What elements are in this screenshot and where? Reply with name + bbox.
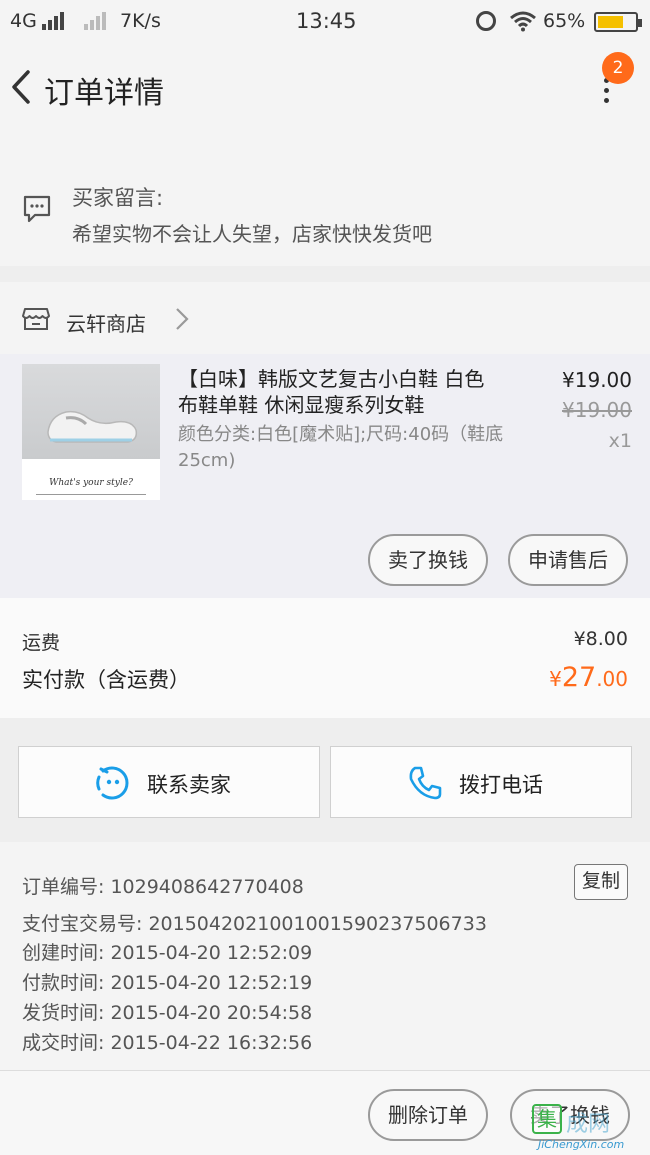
site-watermark: 集 成网 JiChengXin.com <box>532 1104 650 1154</box>
alarm-icon <box>476 11 496 31</box>
chat-bubble-icon <box>96 766 129 800</box>
buyer-message-text: 希望实物不会让人失望，店家快快发货吧 <box>72 222 432 246</box>
paid-time: 付款时间: 2015-04-20 12:52:19 <box>22 972 313 994</box>
product-quantity: x1 <box>608 430 632 452</box>
status-bar: 4G 7K/s 13:45 65% <box>0 0 650 44</box>
wifi-icon <box>510 11 536 32</box>
order-item[interactable]: What's your style? 【白味】韩版文艺复古小白鞋 白色布鞋单鞋 … <box>0 354 650 598</box>
product-thumbnail[interactable]: What's your style? <box>22 364 160 500</box>
notification-badge: 2 <box>602 52 634 84</box>
store-section: 云轩商店 What's your style? 【白味】韩版文艺复古小白鞋 白色… <box>0 282 650 598</box>
delete-order-button[interactable]: 删除订单 <box>368 1089 488 1141</box>
completed-time: 成交时间: 2015-04-22 16:32:56 <box>22 1032 313 1054</box>
battery-percent: 65% <box>543 10 586 32</box>
network-speed: 7K/s <box>120 10 161 32</box>
shipping-label: 运费 <box>22 632 61 654</box>
paid-amount-value: ¥27.00 <box>549 662 628 693</box>
shipping-value: ¥8.00 <box>573 628 628 650</box>
product-original-price: ¥19.00 <box>562 398 632 422</box>
signal-icon <box>42 12 66 30</box>
product-image-caption: What's your style? <box>49 478 133 488</box>
clock-time: 13:45 <box>296 9 357 33</box>
shoe-image <box>47 410 138 443</box>
watermark-logo: 集 <box>532 1104 562 1134</box>
buyer-message-section: 买家留言: 希望实物不会让人失望，店家快快发货吧 <box>0 130 650 266</box>
call-phone-button[interactable]: 拨打电话 <box>330 746 632 818</box>
product-price: ¥19.00 <box>562 368 632 392</box>
paid-amount-label: 实付款（含运费） <box>22 668 190 692</box>
watermark-url: JiChengXin.com <box>538 1138 625 1151</box>
alipay-transaction-number: 支付宝交易号: 2015042021001001590237506733 <box>22 913 487 935</box>
page-title: 订单详情 <box>44 76 164 111</box>
store-name: 云轩商店 <box>66 312 146 336</box>
network-type: 4G <box>10 10 37 32</box>
call-phone-label: 拨打电话 <box>459 773 543 797</box>
product-spec: 颜色分类:白色[魔术贴];尺码:40码（鞋底25cm) <box>178 424 504 471</box>
store-row[interactable]: 云轩商店 <box>0 282 650 354</box>
message-icon <box>23 195 51 223</box>
battery-icon <box>594 12 642 32</box>
order-number: 订单编号: 1029408642770408 <box>22 876 304 898</box>
after-sale-button[interactable]: 申请售后 <box>508 534 628 586</box>
sell-resell-button[interactable]: 卖了换钱 <box>368 534 488 586</box>
app-header: 订单详情 2 <box>0 44 650 130</box>
order-info-section: 订单编号: 1029408642770408 复制 支付宝交易号: 201504… <box>0 842 650 1070</box>
contact-section: 联系卖家 拨打电话 <box>0 718 650 842</box>
copy-order-number-button[interactable]: 复制 <box>574 864 628 900</box>
product-title: 【白味】韩版文艺复古小白鞋 白色布鞋单鞋 休闲显瘦系列女鞋 <box>178 367 485 417</box>
phone-icon <box>409 766 442 800</box>
signal-icon-secondary <box>84 12 108 30</box>
order-totals: 运费 ¥8.00 实付款（含运费） ¥27.00 <box>0 598 650 718</box>
chevron-right-icon <box>176 308 189 330</box>
contact-seller-button[interactable]: 联系卖家 <box>18 746 320 818</box>
store-icon <box>22 308 50 330</box>
back-arrow-icon[interactable] <box>8 68 38 106</box>
created-time: 创建时间: 2015-04-20 12:52:09 <box>22 942 313 964</box>
watermark-text: 成网 <box>566 1112 611 1137</box>
shipped-time: 发货时间: 2015-04-20 20:54:58 <box>22 1002 313 1024</box>
contact-seller-label: 联系卖家 <box>147 773 231 797</box>
buyer-message-label: 买家留言: <box>72 186 164 210</box>
